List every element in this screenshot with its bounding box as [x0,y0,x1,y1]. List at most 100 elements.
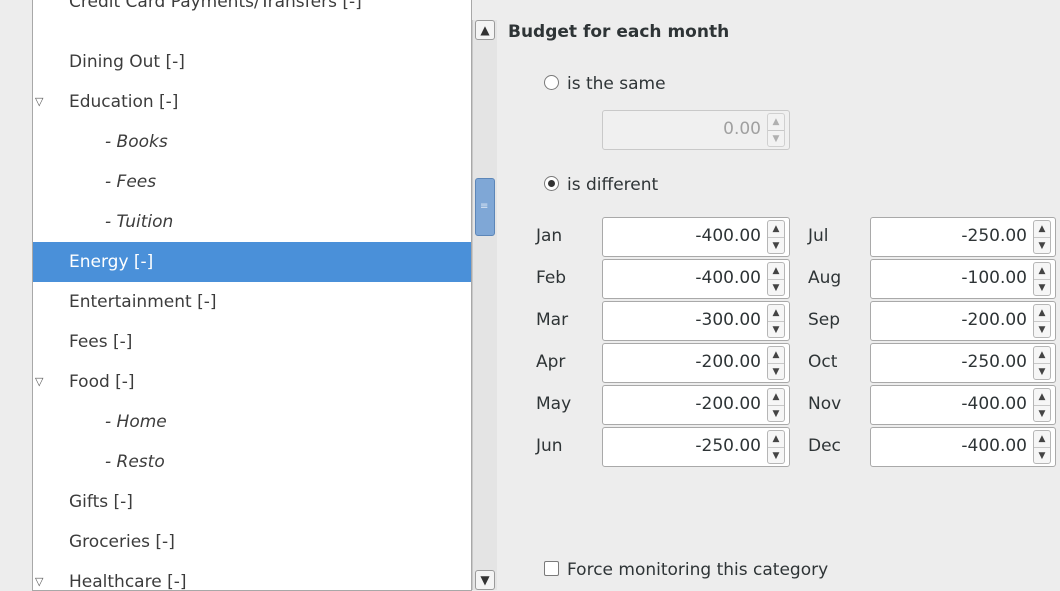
triangle-down-icon[interactable]: ▽ [35,362,49,402]
spin-up-icon[interactable]: ▲ [768,263,784,279]
tree-scrollbar[interactable]: ▲ ≡ ▼ [472,20,497,590]
spin-up-icon[interactable]: ▲ [768,431,784,447]
tree-child-item[interactable]: - Books [33,122,471,162]
tree-child-item[interactable]: - Resto [33,442,471,482]
spin-buttons[interactable]: ▲ ▼ [767,220,785,254]
spin-down-icon[interactable]: ▼ [768,405,784,421]
month-amount-spinbox[interactable]: -250.00 ▲ ▼ [870,343,1056,383]
force-monitoring-checkbox[interactable]: Force monitoring this category [544,560,828,580]
scrollbar-thumb[interactable]: ≡ [475,178,495,236]
radio-label-same: is the same [567,74,666,94]
tree-child-item[interactable]: - Home [33,402,471,442]
spin-up-icon[interactable]: ▲ [1034,347,1050,363]
month-amount-spinbox[interactable]: -400.00 ▲ ▼ [602,259,790,299]
spin-buttons[interactable]: ▲ ▼ [767,346,785,380]
month-amount-value: -100.00 [961,268,1027,288]
spin-buttons[interactable]: ▲ ▼ [1033,220,1051,254]
month-amount-spinbox[interactable]: -250.00 ▲ ▼ [602,427,790,467]
month-amount-spinbox[interactable]: -200.00 ▲ ▼ [870,301,1056,341]
spin-buttons[interactable]: ▲ ▼ [1033,346,1051,380]
tree-item-label: - Books [105,132,168,152]
month-label: May [536,394,572,414]
spin-up-icon[interactable]: ▲ [768,305,784,321]
spin-buttons[interactable]: ▲ ▼ [1033,304,1051,338]
spin-up-icon[interactable]: ▲ [1034,431,1050,447]
spin-down-icon[interactable]: ▼ [1034,237,1050,253]
spin-up-icon[interactable]: ▲ [1034,263,1050,279]
category-tree[interactable]: Credit Card Payments/Transfers [-] Dining… [32,0,472,591]
month-label: Mar [536,310,569,330]
month-amount-spinbox[interactable]: -400.00 ▲ ▼ [870,385,1056,425]
budget-panel: Budget for each month is the same 0.00 ▲… [500,0,1060,590]
spin-down-icon[interactable]: ▼ [1034,405,1050,421]
spin-up-icon[interactable]: ▲ [768,221,784,237]
month-label: Nov [808,394,842,414]
month-amount-spinbox[interactable]: -250.00 ▲ ▼ [870,217,1056,257]
radio-is-the-same[interactable]: is the same [544,74,666,94]
tree-item[interactable]: Entertainment [-] [33,282,471,322]
chevron-down-icon[interactable]: ▼ [475,570,495,590]
spin-buttons[interactable]: ▲ ▼ [767,262,785,296]
radio-icon[interactable] [544,176,559,191]
tree-item[interactable]: Dining Out [-] [33,42,471,82]
spin-up-icon[interactable]: ▲ [1034,305,1050,321]
month-amount-spinbox[interactable]: -200.00 ▲ ▼ [602,343,790,383]
tree-item[interactable]: Groceries [-] [33,522,471,562]
radio-is-different[interactable]: is different [544,175,658,195]
grip-icon: ≡ [480,201,489,212]
spin-buttons[interactable]: ▲ ▼ [1033,262,1051,296]
spin-up-icon[interactable]: ▲ [768,114,784,130]
tree-item[interactable]: ▽ Healthcare [-] [33,562,471,590]
spin-down-icon[interactable]: ▼ [768,363,784,379]
tree-item[interactable]: ▽ Food [-] [33,362,471,402]
triangle-down-icon[interactable]: ▽ [35,82,49,122]
month-amount-value: -250.00 [961,352,1027,372]
tree-item[interactable]: ▽ Education [-] [33,82,471,122]
tree-child-item[interactable]: - Tuition [33,202,471,242]
month-amount-value: -250.00 [695,436,761,456]
checkbox-icon[interactable] [544,561,559,576]
spin-down-icon[interactable]: ▼ [768,130,784,146]
month-amount-spinbox[interactable]: -200.00 ▲ ▼ [602,385,790,425]
spin-buttons[interactable]: ▲ ▼ [1033,430,1051,464]
month-label: Sep [808,310,841,330]
tree-item-label: Dining Out [-] [69,52,185,72]
triangle-down-icon[interactable]: ▽ [35,562,49,590]
tree-child-item[interactable]: - Fees [33,162,471,202]
spin-down-icon[interactable]: ▼ [1034,321,1050,337]
tree-item[interactable]: Energy [-] [33,242,471,282]
month-amount-spinbox[interactable]: -400.00 ▲ ▼ [602,217,790,257]
radio-icon[interactable] [544,75,559,90]
spin-down-icon[interactable]: ▼ [1034,363,1050,379]
month-amount-value: -400.00 [695,268,761,288]
tree-item[interactable]: Gifts [-] [33,482,471,522]
spin-down-icon[interactable]: ▼ [768,279,784,295]
spin-buttons[interactable]: ▲ ▼ [767,430,785,464]
tree-item-label: Education [-] [69,92,179,112]
spin-up-icon[interactable]: ▲ [1034,389,1050,405]
month-label: Apr [536,352,566,372]
spin-up-icon[interactable]: ▲ [1034,221,1050,237]
month-label: Oct [808,352,838,372]
tree-item[interactable]: Credit Card Payments/Transfers [-] [33,0,471,22]
tree-item[interactable]: Fees [-] [33,322,471,362]
spin-up-icon[interactable]: ▲ [768,347,784,363]
spin-down-icon[interactable]: ▼ [768,237,784,253]
spin-down-icon[interactable]: ▼ [1034,279,1050,295]
spin-up-icon[interactable]: ▲ [768,389,784,405]
month-amount-spinbox[interactable]: -400.00 ▲ ▼ [870,427,1056,467]
spin-buttons[interactable]: ▲ ▼ [767,304,785,338]
spin-buttons[interactable]: ▲ ▼ [767,113,785,147]
month-amount-spinbox[interactable]: -100.00 ▲ ▼ [870,259,1056,299]
spin-buttons[interactable]: ▲ ▼ [1033,388,1051,422]
month-amount-spinbox[interactable]: -300.00 ▲ ▼ [602,301,790,341]
spin-down-icon[interactable]: ▼ [1034,447,1050,463]
tree-item-label: - Fees [105,172,157,192]
month-label: Jun [536,436,563,456]
spin-buttons[interactable]: ▲ ▼ [767,388,785,422]
spin-down-icon[interactable]: ▼ [768,447,784,463]
spin-down-icon[interactable]: ▼ [768,321,784,337]
tree-item-label: - Tuition [105,212,174,232]
same-amount-spinbox[interactable]: 0.00 ▲ ▼ [602,110,790,150]
chevron-up-icon[interactable]: ▲ [475,20,495,40]
